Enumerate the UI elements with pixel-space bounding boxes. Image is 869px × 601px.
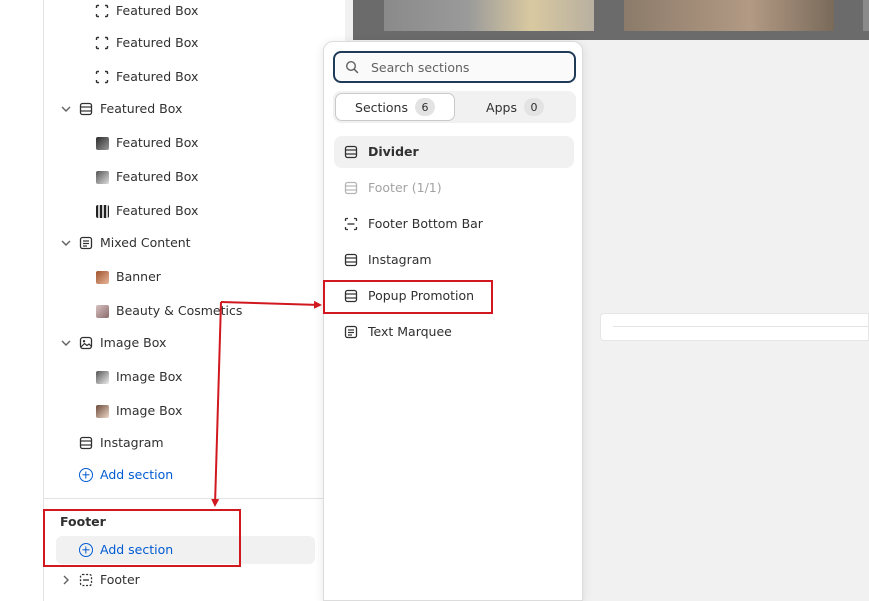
- logo-thumbnail-icon: [95, 204, 109, 218]
- tree-item[interactable]: Mixed Content: [0, 230, 280, 256]
- section-icon: [344, 289, 358, 303]
- tab-label: Apps: [486, 99, 517, 115]
- tree-item-label: Featured Box: [116, 35, 199, 50]
- preview-portrait-image: [624, 0, 834, 31]
- document-icon: [79, 236, 93, 250]
- search-input[interactable]: [371, 57, 566, 77]
- image-thumbnail-icon: [95, 404, 109, 418]
- section-option[interactable]: Divider: [334, 136, 574, 168]
- section-icon: [79, 436, 93, 450]
- tree-item[interactable]: Banner: [0, 264, 280, 290]
- tree-item[interactable]: Image Box: [0, 364, 280, 390]
- tree-item-label: Image Box: [100, 335, 167, 350]
- tree-item[interactable]: Featured Box: [0, 198, 280, 224]
- section-icon: [344, 145, 358, 159]
- tree-item-label: Footer: [100, 572, 140, 587]
- search-field[interactable]: [333, 51, 576, 83]
- tab-sections[interactable]: Sections 6: [335, 93, 455, 121]
- dashed-square-icon: [95, 36, 109, 50]
- section-icon: [344, 181, 358, 195]
- chevron-right-icon[interactable]: [60, 574, 72, 586]
- add-circle-icon: [79, 468, 93, 482]
- image-icon: [79, 336, 93, 350]
- tab-apps[interactable]: Apps 0: [455, 93, 575, 121]
- tab-label: Sections: [355, 99, 408, 115]
- preview-image-strip: [353, 0, 869, 40]
- tree-item-label: Instagram: [100, 435, 164, 450]
- footer-add-section-label: Add section: [100, 542, 174, 557]
- tree-item-label: Featured Box: [116, 135, 199, 150]
- logo-thumbnail-icon: [95, 136, 109, 150]
- footer-add-section-link[interactable]: Add section: [0, 537, 280, 563]
- dashed-section-icon: [344, 217, 358, 231]
- tree-item[interactable]: Featured Box: [0, 64, 280, 90]
- tree-item[interactable]: Featured Box: [0, 130, 280, 156]
- section-tabs: Sections 6 Apps 0: [333, 91, 576, 123]
- section-option-label: Footer Bottom Bar: [368, 216, 483, 231]
- section-icon: [79, 102, 93, 116]
- section-icon: [344, 253, 358, 267]
- add-section-popover: Sections 6 Apps 0 Divider Footer (1/1) Foo…: [323, 41, 583, 601]
- section-option[interactable]: Footer Bottom Bar: [334, 208, 574, 240]
- add-circle-icon: [79, 543, 93, 557]
- tree-item[interactable]: Featured Box: [0, 164, 280, 190]
- tree-item-label: Banner: [116, 269, 161, 284]
- section-option[interactable]: Text Marquee: [334, 316, 574, 348]
- tree-item-label: Featured Box: [116, 203, 199, 218]
- chevron-down-icon[interactable]: [60, 103, 72, 115]
- section-option[interactable]: Instagram: [334, 244, 574, 276]
- search-icon: [345, 60, 359, 74]
- image-thumbnail-icon: [95, 370, 109, 384]
- tree-item[interactable]: Featured Box: [0, 0, 280, 24]
- image-thumbnail-icon: [95, 304, 109, 318]
- section-option-label: Divider: [368, 144, 419, 159]
- tab-count-badge: 0: [523, 98, 544, 116]
- section-option-label: Text Marquee: [368, 324, 452, 339]
- tree-item-footer[interactable]: Footer: [0, 567, 280, 593]
- section-option[interactable]: Popup Promotion: [334, 280, 574, 312]
- tree-item-label: Image Box: [116, 369, 183, 384]
- image-thumbnail-icon: [95, 270, 109, 284]
- tree-item-label: Featured Box: [100, 101, 183, 116]
- tree-item[interactable]: Instagram: [0, 430, 280, 456]
- chevron-down-icon[interactable]: [60, 337, 72, 349]
- section-option: Footer (1/1): [334, 172, 574, 204]
- preview-section-placeholder: [600, 313, 869, 341]
- document-icon: [344, 325, 358, 339]
- tab-count-badge: 6: [414, 98, 435, 116]
- logo-thumbnail-icon: [95, 170, 109, 184]
- tree-item-label: Mixed Content: [100, 235, 191, 250]
- dashed-square-icon: [95, 4, 109, 18]
- add-section-label: Add section: [100, 467, 174, 482]
- footer-group-heading: Footer: [60, 514, 106, 529]
- dashed-square-icon: [95, 70, 109, 84]
- preview-product-image: [384, 0, 594, 31]
- preview-edge-image: [863, 0, 869, 31]
- section-option-label: Popup Promotion: [368, 288, 475, 303]
- tree-item[interactable]: Featured Box: [0, 30, 280, 56]
- tree-item-label: Featured Box: [116, 3, 199, 18]
- tree-item[interactable]: Image Box: [0, 330, 280, 356]
- tree-item[interactable]: Featured Box: [0, 96, 280, 122]
- tree-item[interactable]: Beauty & Cosmetics: [0, 298, 280, 324]
- tree-item-label: Beauty & Cosmetics: [116, 303, 243, 318]
- tree-item[interactable]: Image Box: [0, 398, 280, 424]
- chevron-down-icon[interactable]: [60, 237, 72, 249]
- tree-item-label: Image Box: [116, 403, 183, 418]
- add-section-link[interactable]: Add section: [0, 462, 280, 488]
- section-option-label: Instagram: [368, 252, 432, 267]
- tree-item-label: Featured Box: [116, 169, 199, 184]
- section-option-label: Footer (1/1): [368, 180, 442, 195]
- tree-item-label: Featured Box: [116, 69, 199, 84]
- group-divider: [44, 498, 324, 499]
- dashed-section-icon: [79, 573, 93, 587]
